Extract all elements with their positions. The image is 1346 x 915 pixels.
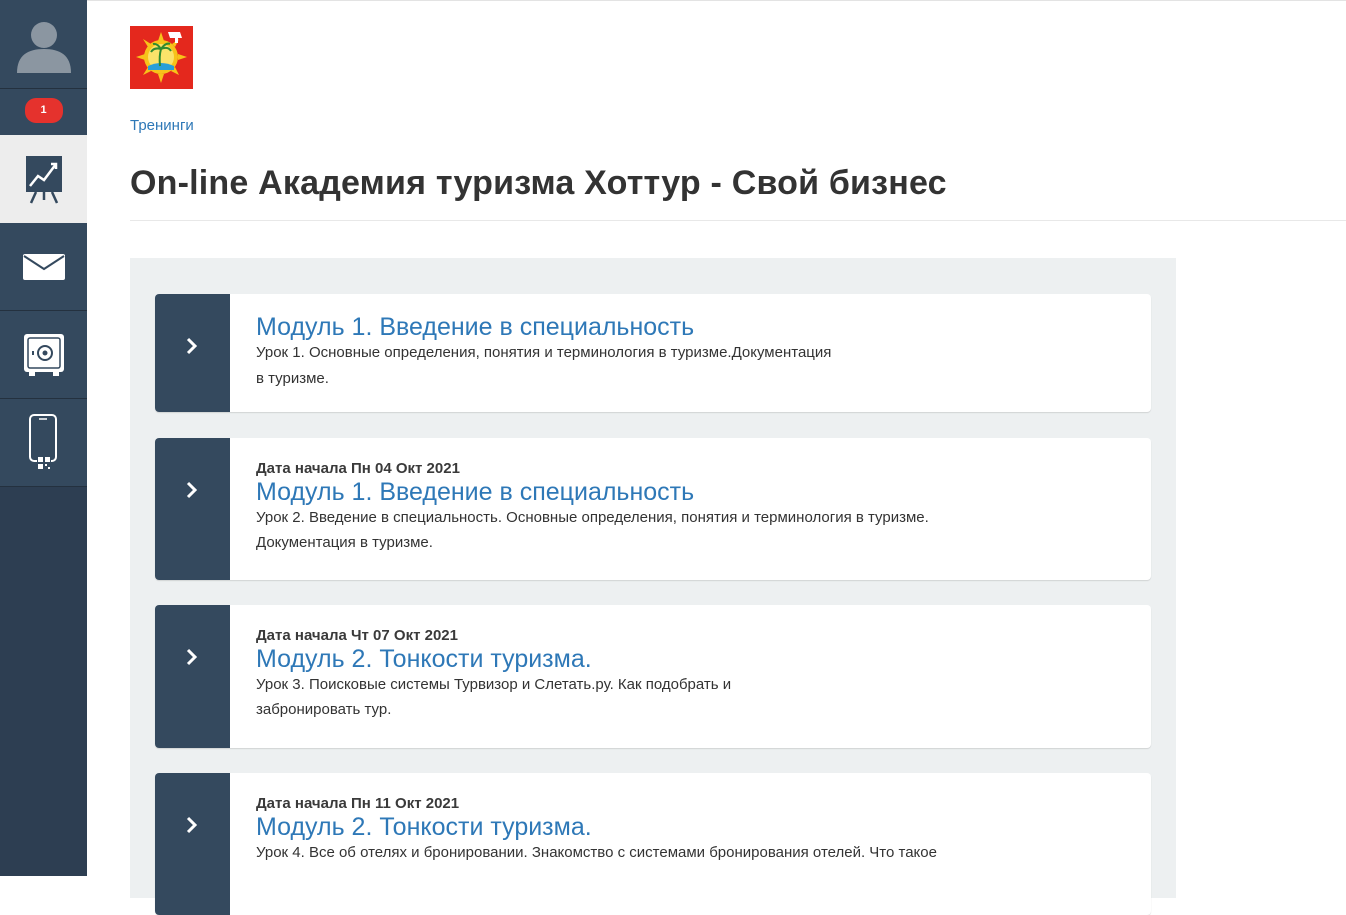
notification-badge[interactable]: 1: [24, 98, 63, 123]
lesson-description-line: Урок 2. Введение в специальность. Основн…: [256, 509, 929, 526]
chevron-right-icon: [186, 337, 198, 355]
lesson-body: Модуль 1. Введение в специальность Урок …: [230, 294, 851, 412]
lesson-module-title[interactable]: Модуль 1. Введение в специальность: [256, 477, 929, 507]
lesson-expand-button[interactable]: [155, 438, 230, 580]
sidebar-item-safe[interactable]: [0, 311, 87, 399]
lesson-start-date: Дата начала Пн 04 Окт 2021: [256, 460, 460, 477]
mobile-qr-icon: [28, 413, 57, 470]
notification-badge-row[interactable]: 1: [0, 89, 87, 135]
breadcrumb-trainings[interactable]: Тренинги: [130, 117, 194, 134]
hottur-logo-icon: [130, 26, 193, 89]
lesson-description-line: Документация в туризме.: [256, 534, 433, 551]
lesson-card[interactable]: Модуль 1. Введение в специальность Урок …: [155, 294, 1151, 412]
lesson-description-line: в туризме.: [256, 370, 329, 387]
sidebar-item-trainings[interactable]: [0, 135, 87, 223]
lesson-description-line: забронировать тур.: [256, 701, 392, 718]
lesson-module-title[interactable]: Модуль 2. Тонкости туризма.: [256, 812, 937, 842]
lesson-expand-button[interactable]: [155, 773, 230, 915]
lesson-start-date: Дата начала Чт 07 Окт 2021: [256, 627, 458, 644]
user-avatar[interactable]: [0, 0, 87, 89]
lesson-module-title[interactable]: Модуль 2. Тонкости туризма.: [256, 644, 731, 674]
lesson-description-line: Урок 1. Основные определения, понятия и …: [256, 344, 832, 361]
chevron-right-icon: [186, 648, 198, 666]
lesson-card[interactable]: Дата начала Пн 11 Окт 2021 Модуль 2. Тон…: [155, 773, 1151, 915]
main-content: Тренинги On-line Академия туризма Хоттур…: [87, 0, 1346, 915]
mail-icon: [22, 253, 65, 280]
lesson-body: Дата начала Чт 07 Окт 2021 Модуль 2. Тон…: [230, 605, 751, 748]
lesson-body: Дата начала Пн 04 Окт 2021 Модуль 1. Вве…: [230, 438, 949, 580]
lesson-module-title[interactable]: Модуль 1. Введение в специальность: [256, 312, 831, 342]
sidebar-item-mobile[interactable]: [0, 399, 87, 487]
safe-icon: [23, 333, 64, 376]
sidebar: 1: [0, 0, 87, 876]
lesson-card[interactable]: Дата начала Пн 04 Окт 2021 Модуль 1. Вве…: [155, 438, 1151, 580]
lessons-panel: Модуль 1. Введение в специальность Урок …: [130, 258, 1176, 915]
sidebar-item-mail[interactable]: [0, 223, 87, 311]
lesson-expand-button[interactable]: [155, 605, 230, 748]
page-title: On-line Академия туризма Хоттур - Свой б…: [130, 164, 947, 202]
company-logo[interactable]: [130, 26, 193, 89]
lesson-description-line: Урок 3. Поисковые системы Турвизор и Сле…: [256, 676, 732, 693]
title-divider: [130, 220, 1346, 221]
lesson-expand-button[interactable]: [155, 294, 230, 412]
chevron-right-icon: [186, 816, 198, 834]
lesson-description-line: Урок 4. Все об отелях и бронировании. Зн…: [256, 844, 937, 861]
lesson-card[interactable]: Дата начала Чт 07 Окт 2021 Модуль 2. Тон…: [155, 605, 1151, 748]
lesson-body: Дата начала Пн 11 Окт 2021 Модуль 2. Тон…: [230, 773, 957, 915]
lesson-start-date: Дата начала Пн 11 Окт 2021: [256, 795, 460, 812]
trainings-chart-icon: [25, 155, 62, 204]
user-icon: [16, 22, 71, 73]
chevron-right-icon: [186, 481, 198, 499]
